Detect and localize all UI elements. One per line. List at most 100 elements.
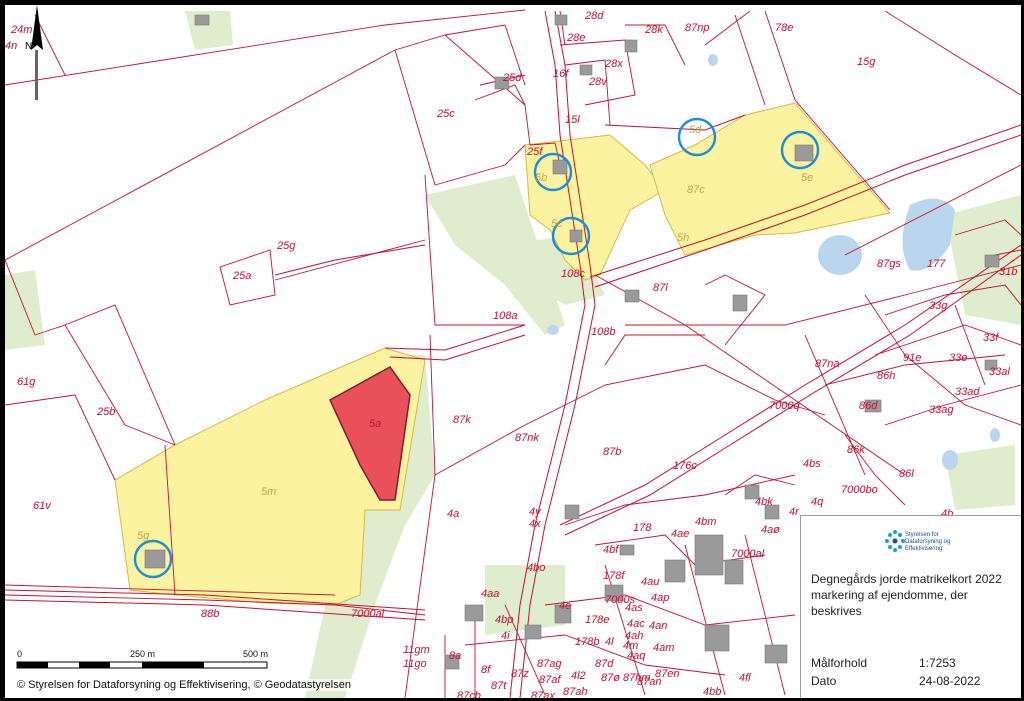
parcel-label: 31b	[999, 266, 1017, 278]
parcel-label: 86l	[899, 468, 914, 480]
parcel-label: 87nk	[515, 432, 539, 444]
parcel-label: 15l	[565, 114, 580, 126]
scale-label-250: 250 m	[130, 649, 156, 659]
legend-scale-value: 1:7253	[919, 656, 956, 670]
parcel-label: 87ax	[531, 690, 555, 698]
parcel-label: 87af	[539, 674, 561, 686]
parcel-label: 87cb	[457, 690, 481, 698]
parcel-label: 87l	[653, 282, 668, 294]
parcel-label: 33g	[929, 300, 948, 312]
parcel-label: 178f	[603, 570, 625, 582]
parcel-label: 87ø	[601, 672, 620, 684]
parcel-label: 4q	[811, 496, 824, 508]
parcel-label: 7000bo	[841, 484, 878, 496]
parcel-label: 4x	[529, 518, 541, 530]
parcel-label: 4fl	[739, 672, 751, 684]
parcel-label: 87ah	[563, 686, 587, 698]
parcel-label: 7000q	[769, 400, 800, 412]
parcel-label: 61v	[33, 500, 52, 512]
legend-title: Degnegårds jorde matrikelkort 2022 marke…	[811, 572, 1002, 618]
parcel-label: 4n	[5, 40, 17, 52]
parcel-label: 4bo	[527, 562, 545, 574]
parcel-label: 5h	[677, 232, 689, 244]
parcel-label: 33ag	[929, 404, 954, 416]
parcel-label: 178e	[585, 614, 609, 626]
parcel-label: 5b	[535, 172, 547, 184]
parcel-label: 5m	[261, 486, 276, 498]
parcel-label: 4an	[649, 620, 667, 632]
parcel-label: 4r	[789, 506, 800, 518]
parcel-label: 7000s	[605, 594, 635, 606]
parcel-label: 87d	[595, 658, 614, 670]
parcel-label: 25g	[276, 240, 296, 252]
parcel-label: 33f	[983, 332, 999, 344]
parcel-label: 87en	[655, 668, 679, 680]
parcel-label: 4am	[653, 642, 674, 654]
parcel-label: 4bm	[695, 516, 716, 528]
parcel-label: 91e	[903, 352, 921, 364]
parcel-label: 28v	[588, 76, 608, 88]
parcel-label: 4bb	[703, 686, 721, 698]
parcel-label: 5e	[801, 172, 813, 184]
parcel-label: 33al	[989, 366, 1010, 378]
legend-scale-label: Målforhold	[811, 656, 868, 670]
parcel-label: 33e	[949, 352, 967, 364]
copyright-notice: © Styrelsen for Dataforsyning og Effekti…	[17, 679, 351, 691]
parcel-label: 87ag	[537, 658, 562, 670]
parcel-label: 4aq	[627, 650, 646, 662]
parcel-label: 108b	[591, 326, 615, 338]
parcel-label: 4i	[501, 630, 510, 642]
parcel-label: 87na	[815, 358, 839, 370]
parcel-label: 25b	[96, 406, 115, 418]
parcel-label: 4aø	[761, 524, 780, 536]
logo-text: Styrelsen for Dataforsyning og Effektivi…	[905, 532, 951, 552]
parcel-label: 5d	[689, 124, 702, 136]
parcel-label: 177	[927, 258, 946, 270]
parcel-label: 86h	[877, 370, 895, 382]
parcel-label: 86k	[847, 444, 865, 456]
parcel-label: 33ad	[955, 386, 980, 398]
parcel-label: 87z	[511, 668, 529, 680]
parcel-label: 11go	[403, 658, 427, 670]
parcel-label: 4a	[447, 508, 459, 520]
parcel-label: 4l	[605, 636, 614, 648]
parcel-label: 4bs	[803, 458, 821, 470]
parcel-label: 5c	[551, 218, 563, 230]
parcel-label: 87c	[687, 184, 705, 196]
north-arrow: N	[25, 5, 43, 100]
legend-date-value: 24-08-2022	[919, 674, 981, 688]
legend-box: Styrelsen for Dataforsyning og Effektivi…	[800, 515, 1021, 698]
svg-text:N: N	[25, 41, 32, 52]
parcel-label: 4bk	[755, 496, 773, 508]
parcel-label: 5g	[137, 530, 150, 542]
parcel-label: 7000ai	[351, 608, 385, 620]
parcel-label: 87b	[603, 446, 621, 458]
parcel-label: 15g	[857, 56, 876, 68]
parcel-label: 87np	[685, 22, 709, 34]
parcel-label: 4aa	[481, 588, 499, 600]
parcel-label: 87gs	[877, 258, 901, 270]
scale-bar	[16, 661, 268, 669]
parcel-label: 11gm	[403, 644, 430, 656]
parcel-label: 4au	[641, 576, 659, 588]
parcel-label: 176c	[673, 460, 697, 472]
parcel-label: 4e	[559, 600, 571, 612]
parcel-label: 108a	[493, 310, 517, 322]
parcel-label: 28k	[644, 24, 663, 36]
parcel-label: 28e	[566, 32, 585, 44]
parcel-label: 4ap	[651, 592, 669, 604]
parcel-label: 61g	[17, 376, 36, 388]
scale-label-500: 500 m	[243, 649, 269, 659]
parcel-label: 87k	[453, 414, 471, 426]
parcel-label: 4ae	[671, 528, 689, 540]
parcel-label: 5a	[369, 418, 381, 430]
parcel-label: 25d	[502, 72, 522, 84]
map-frame: N 24m 4n 28d 28e 28k 87np 78e 25d 16f 28x 28v 15g 25…	[4, 4, 1022, 699]
parcel-label: 28x	[604, 58, 623, 70]
parcel-label: 4bp	[495, 614, 513, 626]
parcel-label: 25a	[232, 270, 251, 282]
parcel-label: 28d	[584, 10, 604, 22]
parcel-label: 87t	[491, 680, 507, 692]
parcel-label: 7000al	[731, 548, 765, 560]
parcel-label: 108c	[561, 268, 585, 280]
